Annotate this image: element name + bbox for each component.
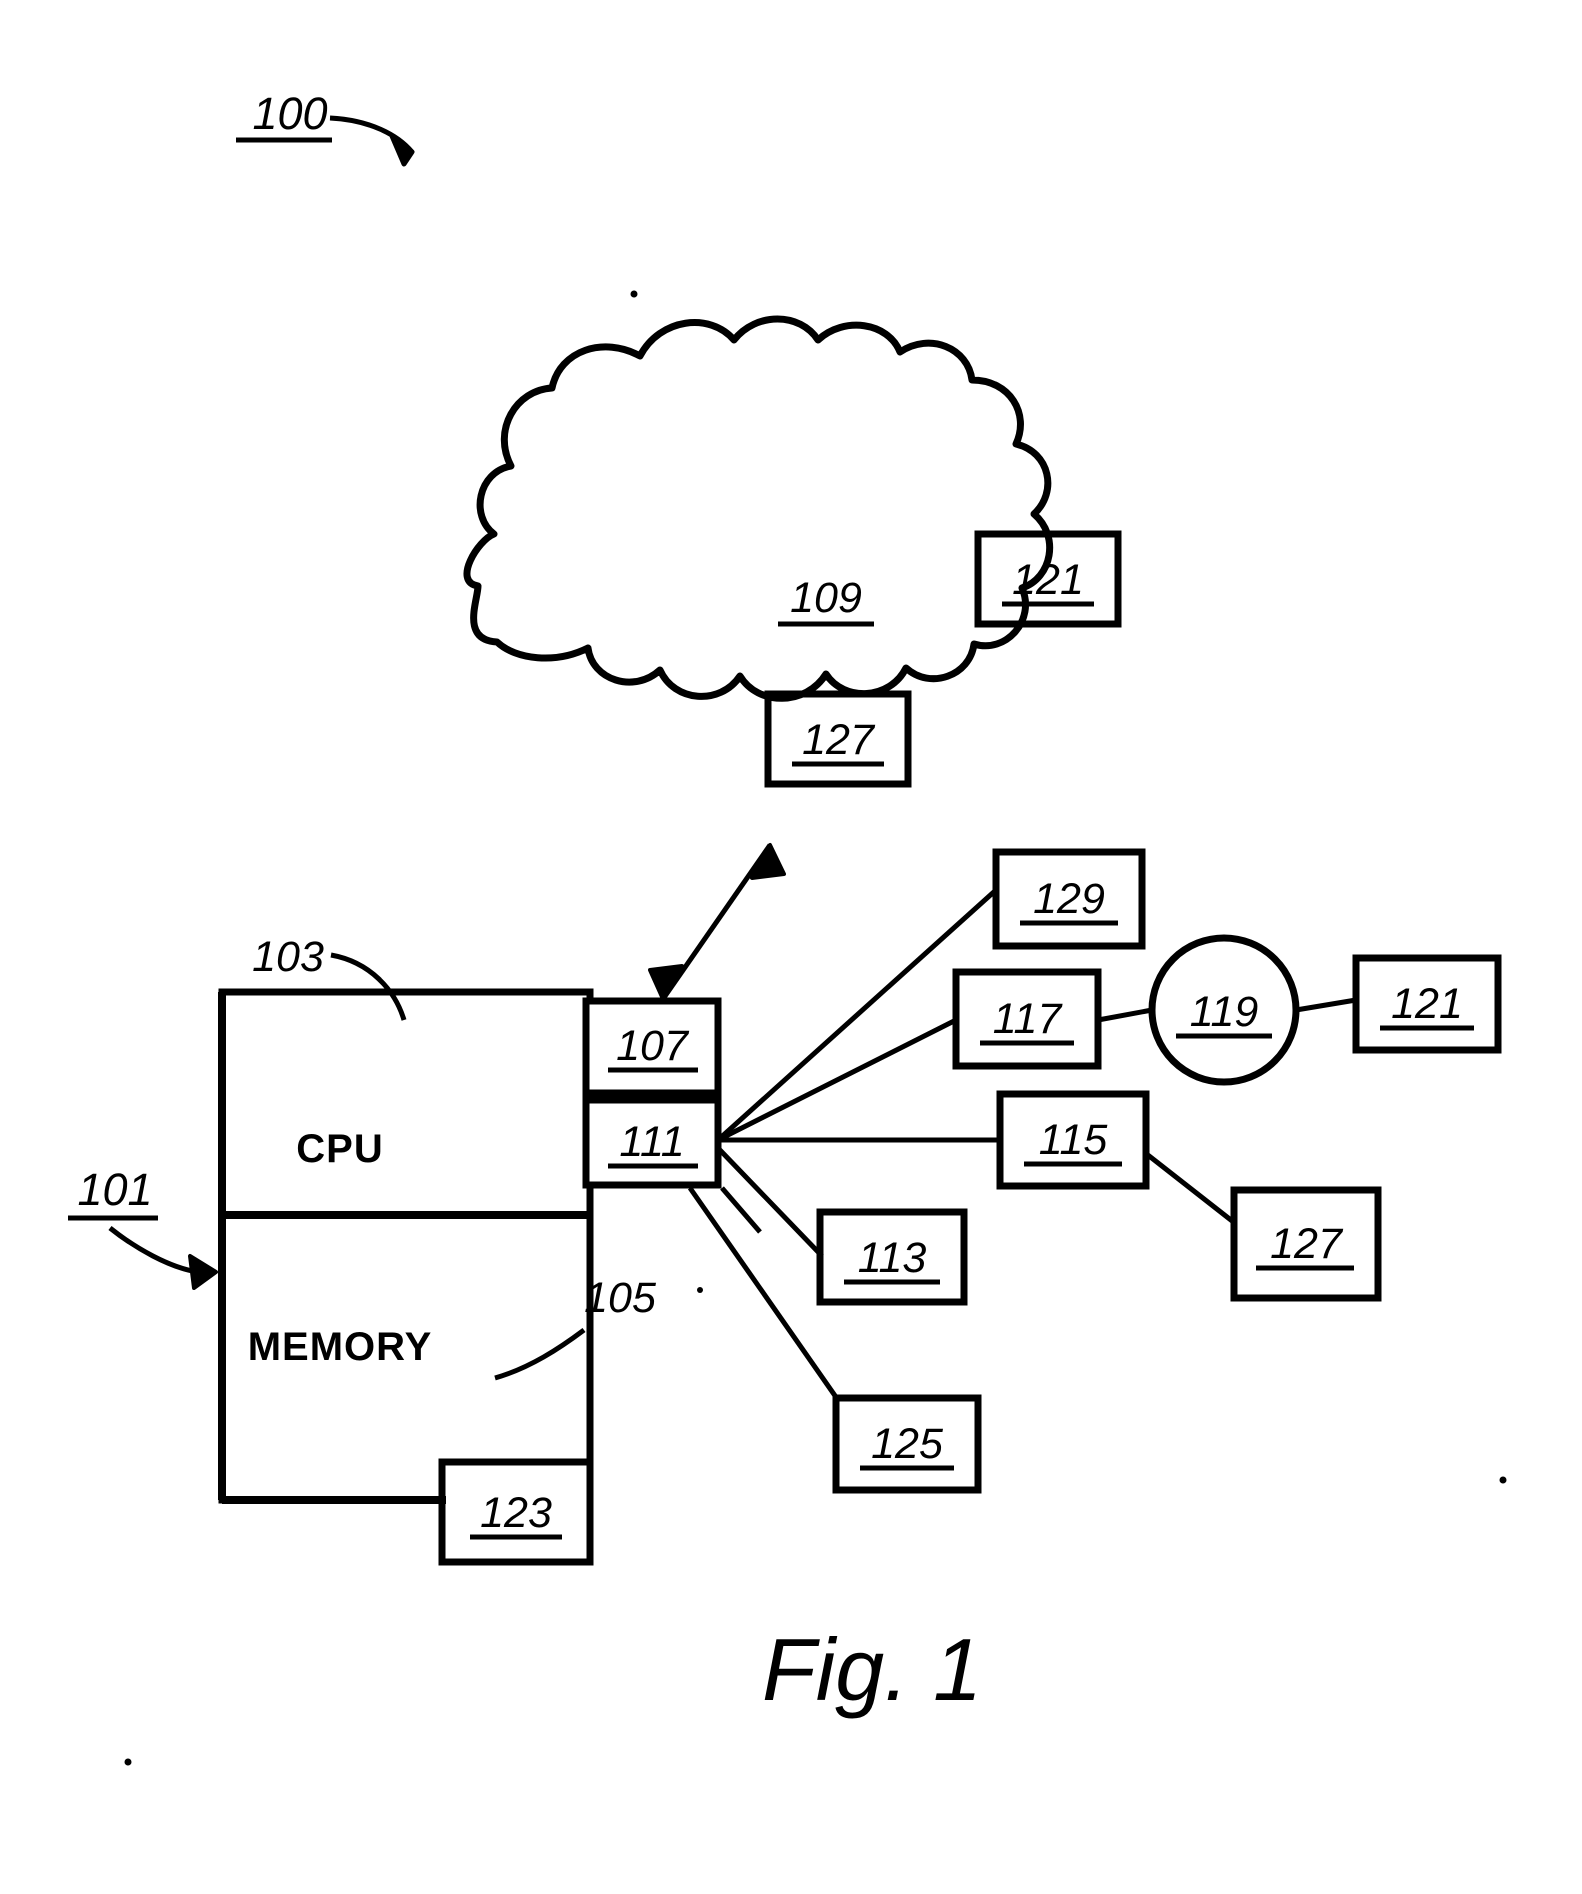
line-111-to-125 [687, 1186, 841, 1402]
speck-dot [697, 1287, 703, 1293]
cloud-to-interface-arrow [648, 843, 786, 1001]
box-127-right-label: 127 [1270, 1220, 1344, 1268]
cloud-shape [463, 315, 1054, 702]
memory-leader-label: 105 [584, 1274, 657, 1322]
figure-canvas: 100 109 121 127 103 105 101 CPU MEMORY 1… [68, 88, 1507, 1766]
system-label-group: 100 [236, 88, 415, 167]
line-117-to-119 [1097, 1007, 1153, 1023]
box-115-group: 115 [996, 1090, 1238, 1226]
box-127-cloud-label: 127 [802, 716, 876, 764]
figure-caption: Fig. 1 [762, 1620, 982, 1719]
cpu-leader-label: 103 [252, 933, 324, 981]
box-125-group: 125 [832, 1394, 982, 1494]
computer-outer-box [218, 988, 594, 1504]
computer-label: 101 [77, 1164, 152, 1215]
box-113-group: 113 [816, 1208, 968, 1306]
box-117-group: 117 [952, 968, 1102, 1070]
patent-figure-1: 100 109 121 127 103 105 101 CPU MEMORY 1… [0, 0, 1582, 1894]
line-111-stub-lower [720, 1186, 762, 1234]
network-cloud-group: 109 121 127 [463, 315, 1122, 788]
box-129-label: 129 [1033, 875, 1105, 923]
box-115-label: 115 [1039, 1116, 1109, 1164]
speck-dot [124, 1758, 132, 1766]
interface-boxes-group: 107 111 [582, 997, 722, 1189]
line-115-to-127 [1142, 1150, 1238, 1226]
box-121-right-group: 121 [1352, 954, 1502, 1054]
circle-119-group: 119 [1097, 934, 1357, 1086]
box-125-label: 125 [871, 1420, 944, 1468]
line-119-to-121 [1295, 997, 1357, 1013]
cpu-leader-group: 103 [252, 933, 407, 1021]
computer-leader-arrowhead [188, 1254, 218, 1290]
cloud-interface-arrow-shaft [660, 843, 773, 1001]
interface-box-107-label: 107 [616, 1022, 690, 1070]
memory-leader-curve [494, 1327, 586, 1381]
speck-dot [630, 290, 638, 298]
circle-119-label: 119 [1190, 988, 1259, 1036]
bus-box-111-label: 111 [619, 1118, 684, 1166]
memory-label: MEMORY [248, 1325, 433, 1369]
computer-leader-curve [108, 1226, 199, 1275]
system-label: 100 [252, 88, 327, 139]
box-129-group: 129 [992, 848, 1146, 950]
box-121-cloud-label: 121 [1012, 556, 1084, 604]
box-123-group: 123 [438, 1458, 594, 1566]
box-121-right-label: 121 [1391, 980, 1463, 1028]
box-117-label: 117 [993, 995, 1064, 1043]
computer-label-group: 101 [68, 1164, 218, 1290]
computer-box-group: CPU MEMORY 123 [218, 988, 594, 1537]
bus-fanout-lines [687, 888, 1000, 1402]
box-113-label: 113 [858, 1234, 927, 1282]
box-123-number: 123 [480, 1489, 552, 1537]
cloud-label-109: 109 [790, 574, 862, 622]
box-127-right-group: 127 [1230, 1186, 1382, 1302]
speck-dot [1499, 1476, 1507, 1484]
cpu-leader-curve [330, 952, 407, 1021]
memory-leader-group: 105 [494, 1274, 657, 1381]
line-111-to-117 [716, 1017, 958, 1143]
cpu-label: CPU [296, 1127, 383, 1171]
